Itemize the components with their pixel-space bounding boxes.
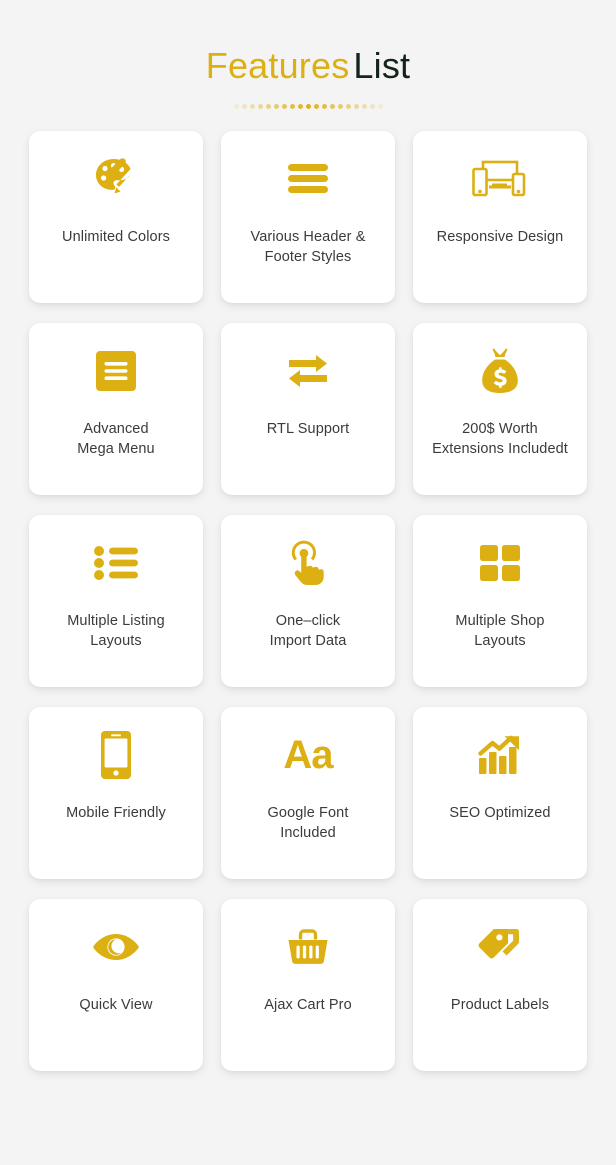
divider-dot — [369, 103, 375, 109]
divider-dot — [289, 103, 295, 109]
feature-card-label: Unlimited Colors — [62, 229, 170, 245]
page-header: Features List — [0, 0, 616, 110]
mobile-phone-icon — [37, 707, 195, 803]
divider-dot — [305, 103, 311, 109]
feature-card-label: Multiple Shop Layouts — [455, 613, 545, 649]
divider-dot — [353, 103, 359, 109]
feature-card[interactable]: Advanced Mega Menu — [29, 323, 203, 495]
divider-dot — [241, 103, 247, 109]
typography-aa-icon: Aa — [283, 733, 333, 777]
shopping-basket-icon — [229, 899, 387, 995]
page-title: Features List — [0, 44, 616, 88]
growth-chart-icon — [421, 707, 579, 803]
feature-card-label: RTL Support — [266, 421, 350, 437]
feature-card[interactable]: Various Header & Footer Styles — [221, 131, 395, 303]
divider-dot — [281, 103, 287, 109]
price-tags-icon — [421, 899, 579, 995]
feature-card[interactable]: Aa Google Font Included — [221, 707, 395, 879]
feature-card[interactable]: SEO Optimized — [413, 707, 587, 879]
divider-dot — [337, 103, 343, 109]
feature-card-label: One–click Import Data — [269, 613, 347, 649]
grid-squares-icon — [421, 515, 579, 611]
divider-dot — [257, 103, 263, 109]
divider-dot — [273, 103, 279, 109]
feature-card-label: Mobile Friendly — [66, 805, 166, 821]
divider-dot — [321, 103, 327, 109]
page-title-accent: Features — [205, 45, 350, 86]
divider-dot — [297, 103, 303, 109]
feature-card[interactable]: Multiple Listing Layouts — [29, 515, 203, 687]
feature-card[interactable]: Unlimited Colors — [29, 131, 203, 303]
divider-dot — [329, 103, 335, 109]
eye-icon — [37, 899, 195, 995]
feature-card-label: 200$ Worth Extensions Includedt — [432, 421, 568, 457]
feature-card-label: Ajax Cart Pro — [264, 997, 352, 1013]
bullet-list-icon — [37, 515, 195, 611]
feature-card[interactable]: Ajax Cart Pro — [221, 899, 395, 1071]
palette-icon — [37, 131, 195, 227]
features-grid: Unlimited Colors Various Header & Footer… — [0, 110, 616, 1071]
feature-card[interactable]: RTL Support — [221, 323, 395, 495]
feature-card-label: Multiple Listing Layouts — [67, 613, 165, 649]
feature-card-label: Google Font Included — [267, 805, 349, 841]
divider-dot — [361, 103, 367, 109]
page-title-rest: List — [353, 45, 411, 86]
dotted-divider — [218, 102, 398, 110]
feature-card-label: Advanced Mega Menu — [77, 421, 155, 457]
mega-menu-icon — [37, 323, 195, 419]
divider-dot — [377, 103, 383, 109]
feature-card[interactable]: 200$ Worth Extensions Includedt — [413, 323, 587, 495]
divider-dot — [233, 103, 239, 109]
feature-card[interactable]: Mobile Friendly — [29, 707, 203, 879]
responsive-devices-icon — [421, 131, 579, 227]
feature-card-label: SEO Optimized — [449, 805, 551, 821]
hand-tap-icon — [229, 515, 387, 611]
feature-card-label: Responsive Design — [436, 229, 564, 245]
feature-card[interactable]: One–click Import Data — [221, 515, 395, 687]
divider-dot — [345, 103, 351, 109]
feature-card[interactable]: Quick View — [29, 899, 203, 1071]
feature-card[interactable]: Responsive Design — [413, 131, 587, 303]
hamburger-menu-icon — [229, 131, 387, 227]
money-bag-icon — [421, 323, 579, 419]
feature-card[interactable]: Product Labels — [413, 899, 587, 1071]
feature-card-label: Quick View — [79, 997, 153, 1013]
feature-card-label: Various Header & Footer Styles — [250, 229, 366, 265]
feature-card[interactable]: Multiple Shop Layouts — [413, 515, 587, 687]
divider-dot — [313, 103, 319, 109]
divider-dot — [265, 103, 271, 109]
divider-dot — [249, 103, 255, 109]
feature-card-label: Product Labels — [450, 997, 550, 1013]
exchange-arrows-icon — [229, 323, 387, 419]
